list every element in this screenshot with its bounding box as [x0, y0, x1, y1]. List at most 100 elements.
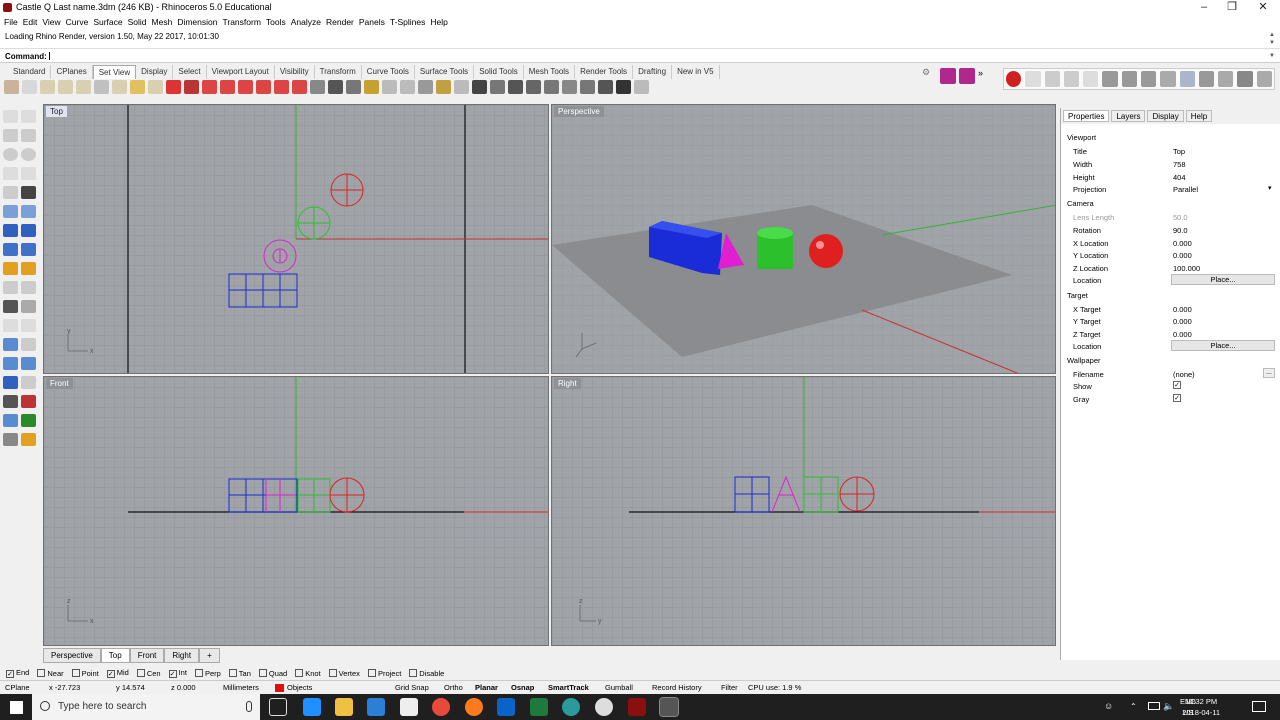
tab-select[interactable]: Select	[173, 65, 207, 79]
osnap-cen[interactable]: Cen	[136, 668, 161, 678]
menu-file[interactable]: File	[4, 15, 23, 29]
left-view-icon[interactable]	[274, 80, 289, 94]
osnap-perp[interactable]: Perp	[194, 668, 221, 678]
arc-icon[interactable]	[3, 167, 18, 180]
block-icon[interactable]	[21, 376, 36, 389]
cube5-icon[interactable]	[1179, 71, 1195, 87]
tsplines-taskbar-icon[interactable]	[659, 697, 679, 717]
network-tray-icon[interactable]	[1148, 702, 1160, 710]
filename-field[interactable]: (none)	[1173, 370, 1195, 379]
undo-view-icon[interactable]	[94, 80, 109, 94]
named-view-icon[interactable]	[166, 80, 181, 94]
magnify-icon[interactable]	[400, 80, 415, 94]
viewport-perspective[interactable]: Perspective	[551, 104, 1056, 374]
title-field[interactable]: Top	[1173, 147, 1185, 156]
microphone-icon[interactable]	[246, 701, 252, 712]
zoom-all-icon[interactable]	[148, 80, 163, 94]
select-icon[interactable]	[3, 110, 18, 123]
x-location-field[interactable]: 0.000	[1173, 239, 1192, 248]
vptab-right[interactable]: Right	[164, 648, 200, 663]
viewport-right[interactable]: zy Right	[551, 376, 1056, 646]
vptab-perspective[interactable]: Perspective	[43, 648, 101, 663]
cplane-icon[interactable]	[526, 80, 541, 94]
osnap-int[interactable]: ✓ Int	[168, 668, 187, 678]
box-icon[interactable]	[3, 224, 18, 237]
store-icon[interactable]	[367, 698, 385, 716]
chrome-icon[interactable]	[432, 698, 450, 716]
ellipse-icon[interactable]	[21, 148, 36, 161]
osnap-vertex-checkbox[interactable]	[328, 668, 337, 677]
gumball-toggle[interactable]: Gumball	[605, 683, 633, 692]
network-icon[interactable]	[1063, 71, 1080, 87]
projection-select[interactable]: Parallel	[1173, 185, 1198, 194]
width-field[interactable]: 758	[1173, 160, 1186, 169]
tab-surface-tools[interactable]: Surface Tools	[415, 65, 475, 79]
panel-tab-layers[interactable]: Layers	[1111, 110, 1146, 122]
osnap-tan[interactable]: Tan	[228, 668, 251, 678]
dolly-icon[interactable]	[472, 80, 487, 94]
tsplines-box-icon[interactable]	[959, 68, 975, 84]
osnap-mid[interactable]: ✓ Mid	[106, 668, 129, 678]
viewport-top[interactable]: yx Top	[43, 104, 549, 374]
tab-visibility[interactable]: Visibility	[275, 65, 315, 79]
right-view-icon[interactable]	[292, 80, 307, 94]
tsplines-icon[interactable]	[940, 68, 956, 84]
menu-tools[interactable]: Tools	[266, 15, 291, 29]
zoom-extents-icon[interactable]	[76, 80, 91, 94]
search-box[interactable]: Type here to search	[32, 694, 260, 720]
power-icon[interactable]	[1006, 71, 1022, 87]
task-view-icon[interactable]	[269, 698, 287, 716]
gray-checkbox[interactable]: ✓	[1173, 394, 1181, 402]
show-checkbox[interactable]: ✓	[1173, 381, 1181, 389]
menu-mesh[interactable]: Mesh	[152, 15, 178, 29]
dimension-icon[interactable]	[21, 338, 36, 351]
swap-icon[interactable]	[598, 80, 613, 94]
menu-edit[interactable]: Edit	[23, 15, 43, 29]
command-dropdown-icon[interactable]: ▼	[1268, 52, 1276, 60]
snap-icon[interactable]	[1083, 71, 1099, 87]
browse-button[interactable]: ...	[1263, 368, 1275, 378]
circle-icon[interactable]	[3, 148, 18, 161]
osnap-project-checkbox[interactable]	[367, 668, 376, 677]
copy-icon[interactable]	[21, 319, 36, 332]
osnap-near-checkbox[interactable]	[37, 668, 46, 677]
people-icon[interactable]: ☺	[1104, 701, 1116, 713]
osnap-point[interactable]: Point	[71, 668, 99, 678]
array-icon[interactable]	[3, 357, 18, 370]
plan-view-icon[interactable]	[310, 80, 325, 94]
more-icon[interactable]: »	[978, 68, 994, 84]
clock[interactable]: 10:32 PM 2018-04-11	[1182, 696, 1220, 718]
firefox-icon[interactable]	[465, 698, 483, 716]
viewport-front[interactable]: zx Front	[43, 376, 549, 646]
rotate-view-icon[interactable]	[22, 80, 37, 94]
cube2-icon[interactable]	[1121, 71, 1137, 87]
grid-icon[interactable]	[3, 395, 18, 408]
menu-render[interactable]: Render	[326, 15, 359, 29]
status-units[interactable]: Millimeters	[223, 683, 259, 692]
cube-icon[interactable]	[1102, 71, 1118, 87]
osnap-near[interactable]: Near	[37, 668, 64, 678]
osnap-vertex[interactable]: Vertex	[328, 668, 360, 678]
y-location-field[interactable]: 0.000	[1173, 251, 1192, 260]
rectangle-icon[interactable]	[21, 167, 36, 180]
material-icon[interactable]	[21, 433, 36, 446]
osnap-perp-checkbox[interactable]	[194, 668, 203, 677]
mirror-icon[interactable]	[21, 357, 36, 370]
polygon-icon[interactable]	[3, 186, 18, 199]
tray-chevron-icon[interactable]: ⌃	[1130, 702, 1137, 711]
add-viewport-icon[interactable]: +	[199, 648, 220, 663]
y-target-field[interactable]: 0.000	[1173, 317, 1192, 326]
camera-icon[interactable]	[328, 80, 343, 94]
panel-tab-display[interactable]: Display	[1147, 110, 1184, 122]
filter-toggle[interactable]: Filter	[721, 683, 738, 692]
text-icon[interactable]	[3, 338, 18, 351]
osnap-disable-checkbox[interactable]	[409, 668, 418, 677]
check-icon[interactable]	[21, 414, 36, 427]
tab-new-in-v5[interactable]: New in V5	[672, 65, 720, 79]
command-line[interactable]: Command: ▼	[0, 48, 1280, 63]
menu-analyze[interactable]: Analyze	[291, 15, 326, 29]
crosshair-icon[interactable]	[418, 80, 433, 94]
top-view-icon[interactable]	[202, 80, 217, 94]
zoom-target-icon[interactable]	[382, 80, 397, 94]
tilt-icon[interactable]	[454, 80, 469, 94]
